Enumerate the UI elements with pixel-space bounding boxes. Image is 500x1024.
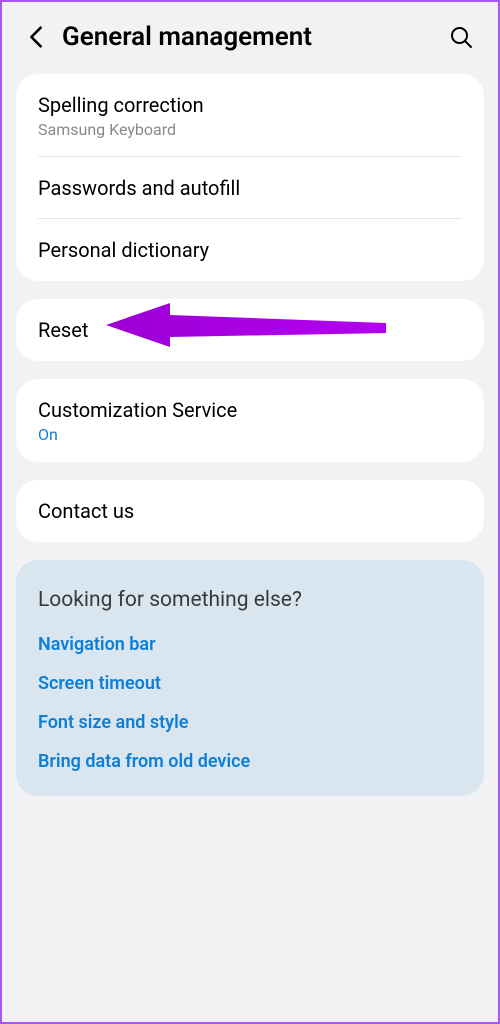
item-title: Contact us xyxy=(38,498,462,524)
item-customization-service[interactable]: Customization Service On xyxy=(16,379,484,462)
item-subtitle: Samsung Keyboard xyxy=(38,120,462,139)
suggestion-screen-timeout[interactable]: Screen timeout xyxy=(38,673,462,694)
header: General management xyxy=(2,2,498,74)
card-customization: Customization Service On xyxy=(16,379,484,462)
suggestion-font-size-style[interactable]: Font size and style xyxy=(38,712,462,733)
item-spelling-correction[interactable]: Spelling correction Samsung Keyboard xyxy=(16,74,484,157)
item-status: On xyxy=(38,425,462,444)
suggestions-title: Looking for something else? xyxy=(38,588,462,612)
item-contact-us[interactable]: Contact us xyxy=(16,480,484,542)
page-title: General management xyxy=(62,22,432,52)
card-contact: Contact us xyxy=(16,480,484,542)
card-text-settings: Spelling correction Samsung Keyboard Pas… xyxy=(16,74,484,281)
item-passwords-autofill[interactable]: Passwords and autofill xyxy=(16,157,484,219)
item-title: Passwords and autofill xyxy=(38,175,462,201)
item-title: Reset xyxy=(38,317,462,343)
suggestions-card: Looking for something else? Navigation b… xyxy=(16,560,484,796)
back-icon[interactable] xyxy=(26,27,46,47)
item-title: Spelling correction xyxy=(38,92,462,118)
item-title: Personal dictionary xyxy=(38,237,462,263)
suggestion-bring-data[interactable]: Bring data from old device xyxy=(38,751,462,772)
item-reset[interactable]: Reset xyxy=(16,299,484,361)
item-title: Customization Service xyxy=(38,397,462,423)
item-personal-dictionary[interactable]: Personal dictionary xyxy=(16,219,484,281)
search-icon[interactable] xyxy=(448,24,474,50)
card-reset: Reset xyxy=(16,299,484,361)
suggestion-navigation-bar[interactable]: Navigation bar xyxy=(38,634,462,655)
